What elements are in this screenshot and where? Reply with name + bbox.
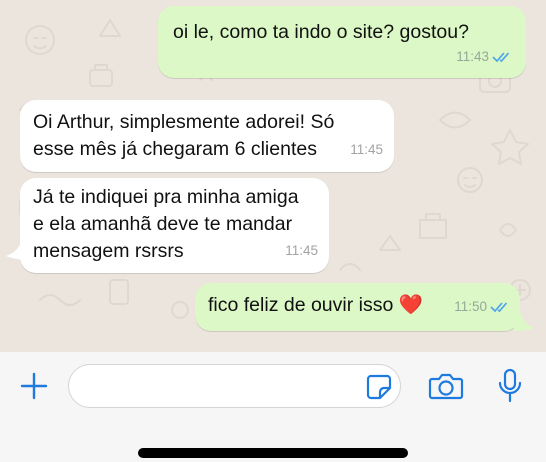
message-meta: 11:50 <box>454 294 510 320</box>
message-text-line: Já te indiquei pra minha amiga <box>33 186 299 208</box>
double-check-read-icon <box>492 52 510 63</box>
bubble-tail <box>6 240 32 260</box>
home-indicator <box>138 448 408 458</box>
message-input[interactable] <box>68 364 401 408</box>
plus-icon[interactable] <box>20 372 48 400</box>
message-time: 11:50 <box>454 299 487 314</box>
message-text: fico feliz de ouvir isso ❤️ <box>208 294 424 316</box>
double-check-read-icon <box>490 302 508 313</box>
message-text-line: Oi Arthur, simplesmente adorei! Só <box>33 111 335 133</box>
composer-bar <box>0 352 546 462</box>
message-bubble-outgoing[interactable]: fico feliz de ouvir isso ❤️ 11:50 <box>195 283 520 331</box>
message-meta: 11:43 <box>456 44 512 70</box>
sticker-icon[interactable] <box>366 374 392 400</box>
message-text-line: mensagem rsrsrs <box>33 240 184 262</box>
message-bubble-incoming[interactable]: Já te indiquei pra minha amiga e ela ama… <box>20 178 329 273</box>
message-text-line: e ela amanhã deve te mandar <box>33 213 293 235</box>
message-meta: 11:45 <box>285 238 318 264</box>
message-bubble-incoming[interactable]: Oi Arthur, simplesmente adorei! Só esse … <box>20 100 394 172</box>
microphone-icon[interactable] <box>497 368 523 404</box>
message-time: 11:43 <box>456 49 489 64</box>
message-time: 11:45 <box>350 142 383 157</box>
message-time: 11:45 <box>285 243 318 258</box>
message-text-line: esse mês já chegaram 6 clientes <box>33 138 317 160</box>
message-meta: 11:45 <box>350 137 383 163</box>
bubble-tail <box>514 311 534 331</box>
camera-icon[interactable] <box>428 371 464 401</box>
message-bubble-outgoing[interactable]: oi le, como ta indo o site? gostou? 11:4… <box>158 6 526 78</box>
message-text: oi le, como ta indo o site? gostou? <box>173 21 469 43</box>
chat-area: oi le, como ta indo o site? gostou? 11:4… <box>0 0 546 352</box>
